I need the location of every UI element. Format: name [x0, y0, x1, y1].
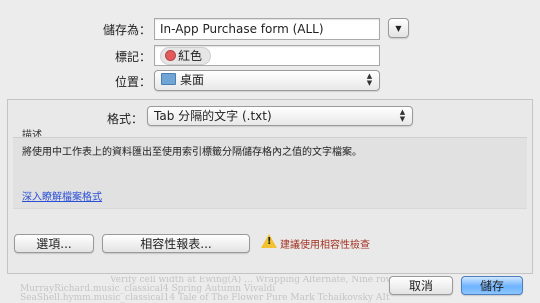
cancel-button[interactable]: 取消 [389, 276, 453, 295]
format-popup[interactable]: Tab 分隔的文字 (.txt) ▲ ▼ [147, 106, 413, 126]
warning-text: 建議使用相容性檢查 [280, 240, 370, 251]
tags-label: 標記： [114, 50, 151, 64]
popup-arrows-icon: ▲ ▼ [366, 72, 373, 87]
chevron-down-icon: ▼ [395, 24, 402, 33]
tags-field[interactable]: 紅色 [154, 45, 380, 66]
tag-token[interactable]: 紅色 [160, 47, 212, 65]
where-label: 位置： [114, 75, 151, 89]
folder-icon [161, 73, 176, 85]
learn-more-link[interactable]: 深入瞭解檔案格式 [22, 188, 102, 203]
tag-name: 紅色 [178, 49, 203, 63]
description-text: 將使用中工作表上的資料匯出至使用索引標籤分隔儲存格內之值的文字檔案。 [22, 147, 362, 158]
popup-arrows-icon: ▲ ▼ [399, 108, 406, 123]
where-popup[interactable]: 桌面 ▲ ▼ [154, 70, 380, 91]
save-as-label: 儲存為： [102, 23, 151, 37]
options-button[interactable]: 選項... [14, 234, 94, 253]
format-value: Tab 分隔的文字 (.txt) [154, 109, 272, 123]
warning-icon: ! [261, 234, 277, 248]
compatibility-report-button[interactable]: 相容性報表... [102, 234, 250, 253]
save-dialog: 儲存為： In-App Purchase form (ALL) ▼ 標記： 紅色… [0, 0, 540, 303]
expand-dialog-button[interactable]: ▼ [388, 18, 409, 38]
background-document-text: Verify cell width at Ewing(A) ... Wrappi… [20, 276, 437, 303]
save-button[interactable]: 儲存 [461, 276, 523, 295]
format-label: 格式： [106, 112, 143, 126]
tag-color-dot [165, 50, 176, 61]
save-as-field[interactable]: In-App Purchase form (ALL) [154, 18, 380, 40]
where-value: 桌面 [180, 73, 205, 87]
